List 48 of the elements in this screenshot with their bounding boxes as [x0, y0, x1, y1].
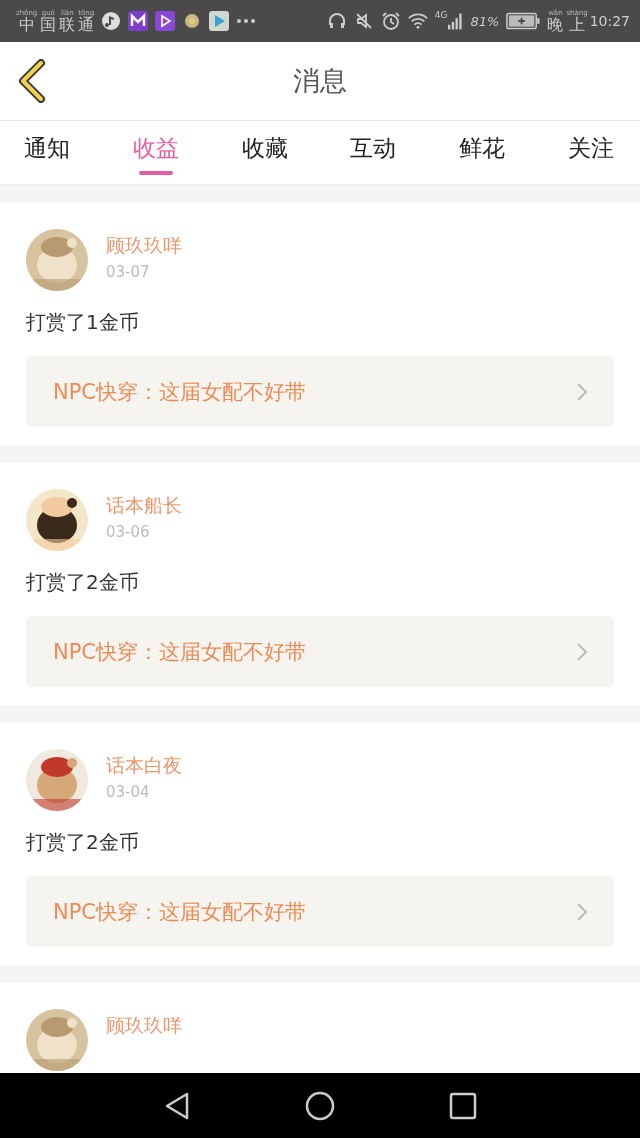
- tab[interactable]: 互动: [336, 121, 411, 185]
- message-text: 打赏了1金币: [26, 309, 140, 336]
- battery-charging-icon: [506, 12, 541, 30]
- user-name[interactable]: 话本白夜: [106, 753, 182, 779]
- carrier-text: 国: [40, 16, 57, 33]
- music-note-icon: [101, 11, 122, 31]
- page-title: 消息: [293, 64, 347, 98]
- message-text: 打赏了2金币: [26, 829, 140, 856]
- mute-icon: [353, 11, 374, 31]
- back-icon: [17, 59, 47, 103]
- chevron-right-icon: [576, 901, 588, 922]
- back-icon[interactable]: [163, 1090, 191, 1121]
- book-link[interactable]: NPC快穿：这届女配不好带: [26, 356, 614, 427]
- wifi-icon: [407, 11, 428, 31]
- network-text: 4G: [434, 10, 448, 20]
- book-link[interactable]: NPC快穿：这届女配不好带: [26, 616, 614, 687]
- recents-icon[interactable]: [449, 1091, 477, 1120]
- signal-icon: [448, 12, 464, 30]
- play-icon: [155, 11, 176, 31]
- user-name[interactable]: 话本船长: [106, 493, 182, 519]
- tab[interactable]: 收益: [118, 121, 193, 185]
- message-text: 打赏了2金币: [26, 569, 140, 596]
- carrier-text: 联: [59, 16, 76, 33]
- date-text: 03-04: [106, 783, 151, 801]
- time-prefix-text: 晚: [547, 16, 564, 33]
- alarm-icon: [380, 11, 401, 31]
- back-button[interactable]: [16, 59, 48, 105]
- clock-text: 10:27: [589, 13, 630, 29]
- app-icon: [128, 11, 149, 31]
- user-name[interactable]: 顾玖玖咩: [106, 1013, 182, 1039]
- tab[interactable]: 鲜花: [445, 121, 520, 185]
- book-link[interactable]: NPC快穿：这届女配不好带: [26, 876, 614, 947]
- tab[interactable]: 关注: [554, 121, 628, 185]
- date-text: 03-07: [106, 263, 151, 281]
- time-prefix-text: 上: [569, 16, 585, 33]
- headphones-icon: [326, 11, 347, 31]
- battery-percent-text: 81%: [470, 13, 500, 29]
- tab[interactable]: 通知: [10, 121, 84, 185]
- chevron-right-icon: [576, 641, 588, 662]
- carrier-text: 通: [78, 16, 95, 33]
- user-name[interactable]: 顾玖玖咩: [106, 233, 182, 259]
- tab[interactable]: 收藏: [227, 121, 302, 185]
- home-icon[interactable]: [305, 1090, 335, 1121]
- carrier-text: 中: [18, 16, 35, 33]
- more-icon: [236, 18, 257, 24]
- chevron-right-icon: [576, 381, 588, 402]
- video-play-icon: [209, 11, 230, 31]
- date-text: 03-06: [106, 523, 151, 541]
